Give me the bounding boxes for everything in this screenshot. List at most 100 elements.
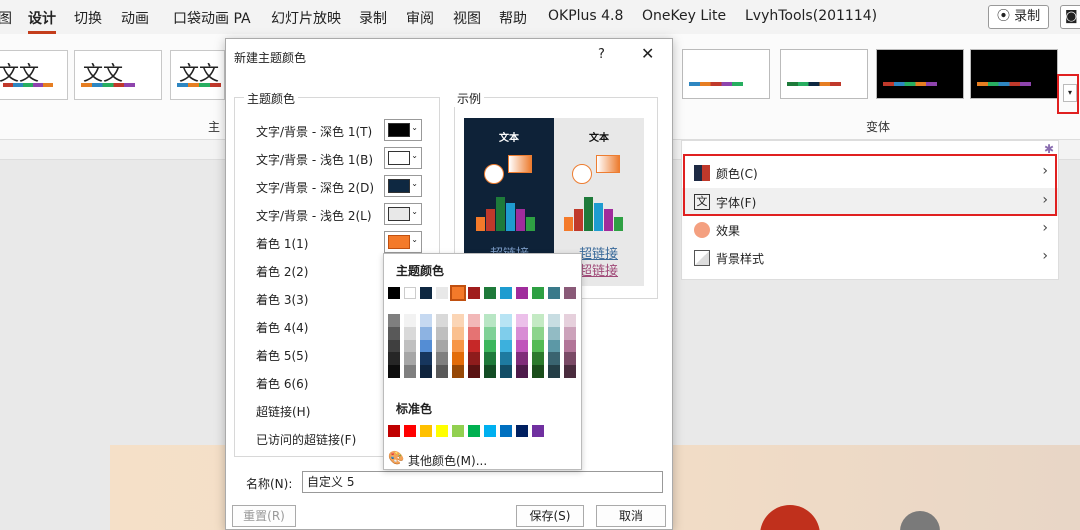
palette-swatch[interactable] bbox=[500, 314, 512, 327]
palette-swatch[interactable] bbox=[404, 287, 416, 299]
palette-swatch[interactable] bbox=[468, 352, 480, 366]
palette-swatch[interactable] bbox=[452, 365, 464, 378]
tab-design[interactable]: 设计 bbox=[28, 8, 56, 34]
menu-item-effects[interactable]: 效果 › bbox=[682, 216, 1058, 244]
tab-slideshow[interactable]: 幻灯片放映 bbox=[271, 8, 341, 28]
palette-swatch[interactable] bbox=[532, 287, 544, 299]
color-picker-dark2[interactable]: ⌄ bbox=[384, 175, 422, 197]
palette-swatch[interactable] bbox=[500, 365, 512, 378]
variant-thumb-1[interactable] bbox=[682, 49, 770, 99]
palette-swatch[interactable] bbox=[404, 326, 416, 340]
palette-swatch[interactable] bbox=[420, 352, 432, 366]
palette-swatch[interactable] bbox=[564, 352, 576, 366]
cancel-button[interactable]: 取消 bbox=[596, 505, 666, 527]
tab-insert-partial[interactable]: 图 bbox=[0, 8, 12, 28]
palette-swatch[interactable] bbox=[532, 339, 544, 353]
palette-standard-swatch[interactable] bbox=[436, 425, 448, 437]
palette-swatch[interactable] bbox=[420, 365, 432, 378]
palette-swatch[interactable] bbox=[548, 352, 560, 366]
palette-swatch[interactable] bbox=[450, 285, 466, 301]
palette-swatch[interactable] bbox=[452, 326, 464, 340]
palette-swatch[interactable] bbox=[564, 287, 576, 299]
palette-swatch[interactable] bbox=[500, 352, 512, 366]
palette-swatch[interactable] bbox=[388, 365, 400, 378]
theme-thumb-1[interactable]: 文文 bbox=[0, 50, 68, 100]
palette-swatch[interactable] bbox=[404, 339, 416, 353]
palette-swatch[interactable] bbox=[564, 365, 576, 378]
record-button[interactable]: ⦿ 录制 bbox=[988, 5, 1050, 29]
palette-swatch[interactable] bbox=[484, 365, 496, 378]
tab-lvyhtools[interactable]: LvyhTools(201114) bbox=[745, 8, 877, 24]
palette-swatch[interactable] bbox=[468, 326, 480, 340]
palette-swatch[interactable] bbox=[516, 314, 528, 327]
tab-animations[interactable]: 动画 bbox=[121, 8, 149, 28]
variant-thumb-3[interactable] bbox=[876, 49, 964, 99]
tab-okplus[interactable]: OKPlus 4.8 bbox=[548, 8, 623, 24]
tab-help[interactable]: 帮助 bbox=[499, 8, 527, 28]
palette-swatch[interactable] bbox=[436, 365, 448, 378]
palette-swatch[interactable] bbox=[452, 314, 464, 327]
more-colors-button[interactable]: 🎨 其他颜色(M)... bbox=[386, 451, 581, 469]
color-picker-accent1[interactable]: ⌄ bbox=[384, 231, 422, 253]
palette-swatch[interactable] bbox=[404, 352, 416, 366]
color-picker-dark1[interactable]: ⌄ bbox=[384, 119, 422, 141]
palette-swatch[interactable] bbox=[468, 365, 480, 378]
palette-swatch[interactable] bbox=[564, 339, 576, 353]
menu-item-background-style[interactable]: 背景样式 › bbox=[682, 244, 1058, 272]
palette-standard-swatch[interactable] bbox=[500, 425, 512, 437]
palette-swatch[interactable] bbox=[420, 339, 432, 353]
palette-standard-swatch[interactable] bbox=[484, 425, 496, 437]
palette-swatch[interactable] bbox=[516, 339, 528, 353]
palette-swatch[interactable] bbox=[436, 314, 448, 327]
palette-swatch[interactable] bbox=[548, 326, 560, 340]
color-picker-light1[interactable]: ⌄ bbox=[384, 147, 422, 169]
save-button[interactable]: 保存(S) bbox=[516, 505, 584, 527]
palette-swatch[interactable] bbox=[548, 339, 560, 353]
palette-swatch[interactable] bbox=[484, 352, 496, 366]
palette-standard-swatch[interactable] bbox=[468, 425, 480, 437]
palette-swatch[interactable] bbox=[468, 287, 480, 299]
color-picker-light2[interactable]: ⌄ bbox=[384, 203, 422, 225]
camera-button[interactable]: ◙ bbox=[1060, 5, 1080, 29]
palette-swatch[interactable] bbox=[532, 314, 544, 327]
palette-swatch[interactable] bbox=[468, 339, 480, 353]
tab-view[interactable]: 视图 bbox=[453, 8, 481, 28]
palette-swatch[interactable] bbox=[436, 287, 448, 299]
palette-swatch[interactable] bbox=[468, 314, 480, 327]
palette-swatch[interactable] bbox=[532, 365, 544, 378]
variant-more-button[interactable]: ▾ bbox=[1063, 84, 1077, 102]
palette-swatch[interactable] bbox=[532, 326, 544, 340]
variant-thumb-2[interactable] bbox=[780, 49, 868, 99]
palette-swatch[interactable] bbox=[516, 287, 528, 299]
palette-standard-swatch[interactable] bbox=[404, 425, 416, 437]
palette-swatch[interactable] bbox=[420, 287, 432, 299]
palette-swatch[interactable] bbox=[484, 326, 496, 340]
palette-swatch[interactable] bbox=[532, 352, 544, 366]
palette-swatch[interactable] bbox=[484, 314, 496, 327]
palette-standard-swatch[interactable] bbox=[516, 425, 528, 437]
palette-standard-swatch[interactable] bbox=[532, 425, 544, 437]
palette-swatch[interactable] bbox=[388, 287, 400, 299]
palette-standard-swatch[interactable] bbox=[452, 425, 464, 437]
palette-swatch[interactable] bbox=[516, 352, 528, 366]
tab-record[interactable]: 录制 bbox=[359, 8, 387, 28]
palette-swatch[interactable] bbox=[500, 326, 512, 340]
palette-swatch[interactable] bbox=[436, 339, 448, 353]
tab-pocket-animation[interactable]: 口袋动画 PA bbox=[173, 8, 251, 28]
palette-swatch[interactable] bbox=[388, 339, 400, 353]
palette-swatch[interactable] bbox=[388, 326, 400, 340]
palette-swatch[interactable] bbox=[564, 314, 576, 327]
theme-thumb-2[interactable]: 文文 bbox=[74, 50, 162, 100]
palette-swatch[interactable] bbox=[484, 287, 496, 299]
palette-swatch[interactable] bbox=[516, 326, 528, 340]
help-button[interactable]: ? bbox=[598, 47, 605, 62]
palette-swatch[interactable] bbox=[436, 352, 448, 366]
palette-standard-swatch[interactable] bbox=[420, 425, 432, 437]
palette-swatch[interactable] bbox=[500, 339, 512, 353]
variant-thumb-4[interactable] bbox=[970, 49, 1058, 99]
palette-swatch[interactable] bbox=[404, 365, 416, 378]
palette-swatch[interactable] bbox=[388, 314, 400, 327]
close-button[interactable]: ✕ bbox=[641, 44, 654, 63]
palette-swatch[interactable] bbox=[548, 365, 560, 378]
name-field[interactable]: 自定义 5 bbox=[302, 471, 663, 493]
